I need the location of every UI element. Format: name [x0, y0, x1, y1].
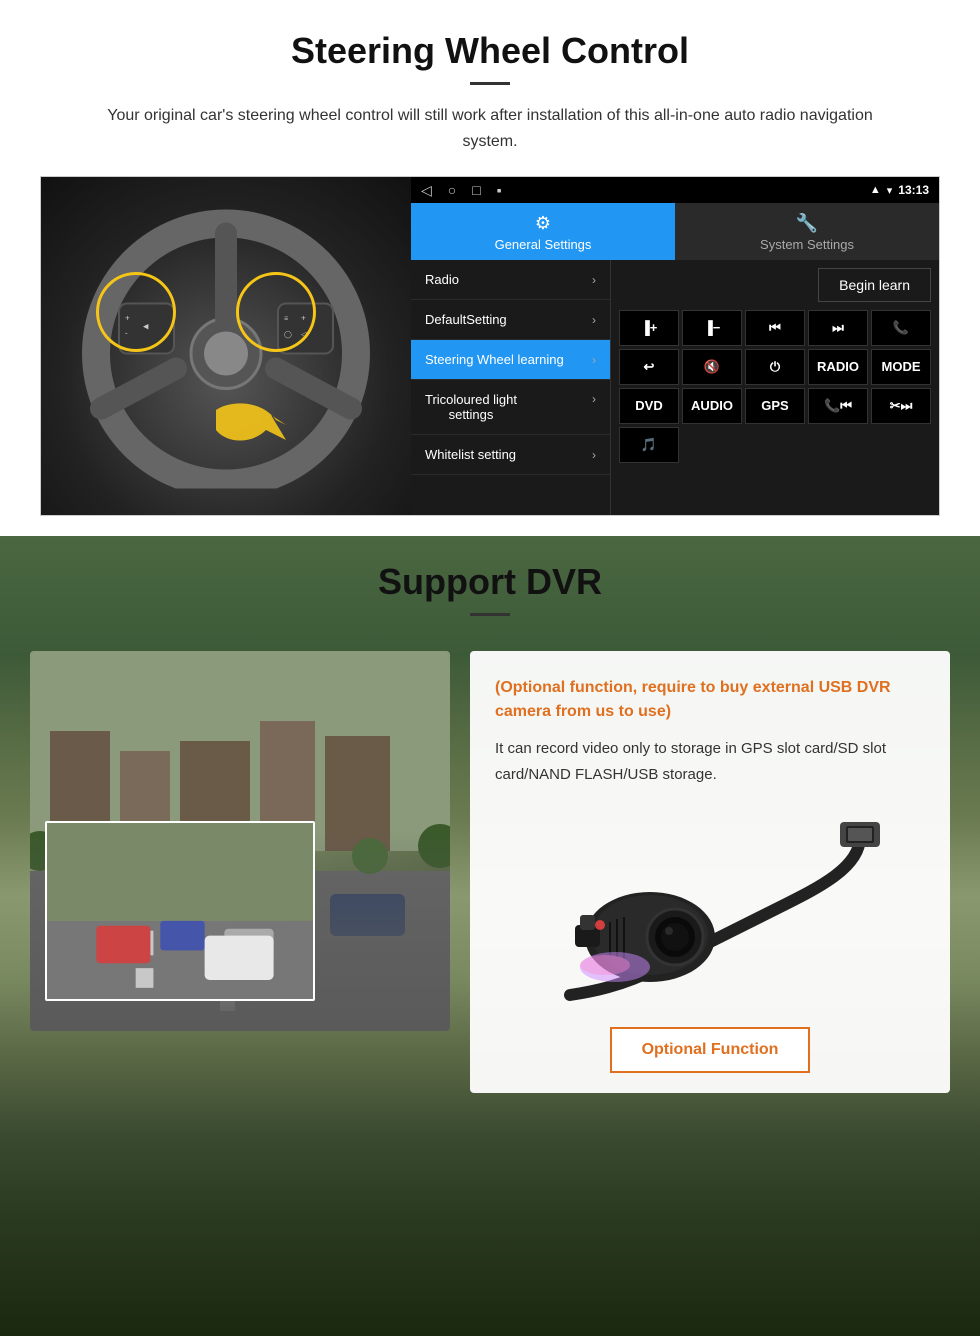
gps-label: GPS [761, 398, 788, 413]
menu-item-radio[interactable]: Radio › [411, 260, 610, 300]
wifi-icon: ▾ [887, 184, 893, 197]
chevron-icon: › [592, 313, 596, 327]
dvr-footage [30, 651, 450, 1031]
dvr-title: Support DVR [0, 561, 980, 603]
chevron-icon: › [592, 353, 596, 367]
tab-system[interactable]: 🔧 System Settings [675, 203, 939, 260]
call-icon: 📞 [893, 320, 909, 335]
ctrl-mute[interactable]: 🔇 [682, 349, 742, 385]
mode-label: MODE [882, 359, 921, 374]
ctrl-audio[interactable]: AUDIO [682, 388, 742, 424]
dvr-header: Support DVR [0, 536, 980, 631]
signal-icon: ▲ [870, 184, 881, 196]
radio-label: RADIO [817, 359, 859, 374]
menu-item-whitelist[interactable]: Whitelist setting › [411, 435, 610, 475]
music-icon: 🎵 [641, 437, 657, 452]
dvr-content: (Optional function, require to buy exter… [0, 631, 980, 1281]
dvr-optional-notice: (Optional function, require to buy exter… [495, 676, 925, 724]
dvr-small-preview [45, 821, 315, 1001]
vol-up-icon: ▐+ [641, 320, 658, 335]
dvr-main-preview [30, 651, 450, 1031]
chevron-icon: › [592, 392, 596, 422]
steering-description: Your original car's steering wheel contr… [80, 103, 900, 154]
power-icon: ⏻ [770, 359, 780, 374]
dvr-camera-image [495, 807, 925, 1007]
ctrl-music[interactable]: 🎵 [619, 427, 679, 463]
menu-item-steering[interactable]: Steering Wheel learning › [411, 340, 610, 380]
android-panel: ◁ ○ □ ▪ ▲ ▾ 13:13 ⚙ General Settings [411, 177, 939, 515]
optional-function-button[interactable]: Optional Function [610, 1027, 811, 1073]
wheel-background: + - ◀ ≡ + ◯ ◁ [41, 177, 411, 515]
arrow-icon [211, 395, 291, 455]
ctrl-hangup[interactable]: ↩ [619, 349, 679, 385]
ctrl-prev[interactable]: ⏮ [745, 310, 805, 346]
steering-section: Steering Wheel Control Your original car… [0, 0, 980, 536]
dvr-body-text: It can record video only to storage in G… [495, 736, 925, 787]
ctrl-call-prev[interactable]: 📞⏮ [808, 388, 868, 424]
wrench-icon: 🔧 [680, 213, 934, 234]
chevron-icon: › [592, 448, 596, 462]
ctrl-cut-next[interactable]: ✂⏭ [871, 388, 931, 424]
ctrl-mode[interactable]: MODE [871, 349, 931, 385]
menu-icon[interactable]: ▪ [497, 182, 502, 199]
ctrl-dvd[interactable]: DVD [619, 388, 679, 424]
dvr-divider [470, 613, 510, 616]
cut-next-icon: ✂⏭ [890, 398, 913, 413]
highlight-circle-right [236, 272, 316, 352]
status-icons: ▲ ▾ 13:13 [870, 183, 929, 197]
menu-tricolour-label: Tricoloured lightsettings [425, 392, 517, 422]
gear-icon: ⚙ [416, 213, 670, 234]
menu-whitelist-label: Whitelist setting [425, 447, 516, 462]
menu-radio-label: Radio [425, 272, 459, 287]
ctrl-call[interactable]: 📞 [871, 310, 931, 346]
tab-system-label: System Settings [760, 237, 854, 252]
menu-item-default[interactable]: DefaultSetting › [411, 300, 610, 340]
steering-demo: + - ◀ ≡ + ◯ ◁ [40, 176, 940, 516]
menu-left: Radio › DefaultSetting › Steering Wheel … [411, 260, 611, 515]
prev-icon: ⏮ [769, 320, 781, 335]
hangup-icon: ↩ [644, 359, 655, 374]
dvr-info-card: (Optional function, require to buy exter… [470, 651, 950, 1093]
status-time: 13:13 [898, 183, 929, 197]
mute-icon: 🔇 [704, 359, 720, 374]
menu-item-tricolour[interactable]: Tricoloured lightsettings › [411, 380, 610, 435]
statusbar: ◁ ○ □ ▪ ▲ ▾ 13:13 [411, 177, 939, 203]
back-icon[interactable]: ◁ [421, 182, 432, 199]
nav-bar: ◁ ○ □ ▪ [421, 182, 502, 199]
settings-tabs: ⚙ General Settings 🔧 System Settings [411, 203, 939, 260]
chevron-icon: › [592, 273, 596, 287]
tab-general[interactable]: ⚙ General Settings [411, 203, 675, 260]
page-title: Steering Wheel Control [40, 30, 940, 72]
ctrl-vol-up[interactable]: ▐+ [619, 310, 679, 346]
steering-photo: + - ◀ ≡ + ◯ ◁ [41, 177, 411, 515]
ctrl-vol-down[interactable]: ▐− [682, 310, 742, 346]
recents-icon[interactable]: □ [472, 182, 480, 199]
menu-steering-label: Steering Wheel learning [425, 352, 564, 367]
vol-down-icon: ▐− [704, 320, 721, 335]
menu-area: Radio › DefaultSetting › Steering Wheel … [411, 260, 939, 515]
menu-right: Begin learn ▐+ ▐− ⏮ [611, 260, 939, 515]
ctrl-radio[interactable]: RADIO [808, 349, 868, 385]
ctrl-next[interactable]: ⏭ [808, 310, 868, 346]
audio-label: AUDIO [691, 398, 733, 413]
title-divider [470, 82, 510, 85]
home-icon[interactable]: ○ [448, 182, 456, 199]
highlight-circle-left [96, 272, 176, 352]
begin-learn-button[interactable]: Begin learn [818, 268, 931, 302]
ctrl-power[interactable]: ⏻ [745, 349, 805, 385]
begin-learn-row: Begin learn [619, 268, 931, 302]
ctrl-gps[interactable]: GPS [745, 388, 805, 424]
next-icon: ⏭ [832, 320, 844, 335]
menu-default-label: DefaultSetting [425, 312, 507, 327]
control-grid: ▐+ ▐− ⏮ ⏭ 📞 [619, 310, 931, 463]
camera-svg [520, 807, 900, 1007]
tab-general-label: General Settings [495, 237, 592, 252]
dvd-label: DVD [635, 398, 662, 413]
dvr-section: Support DVR [0, 536, 980, 1336]
call-prev-icon: 📞⏮ [824, 398, 852, 413]
